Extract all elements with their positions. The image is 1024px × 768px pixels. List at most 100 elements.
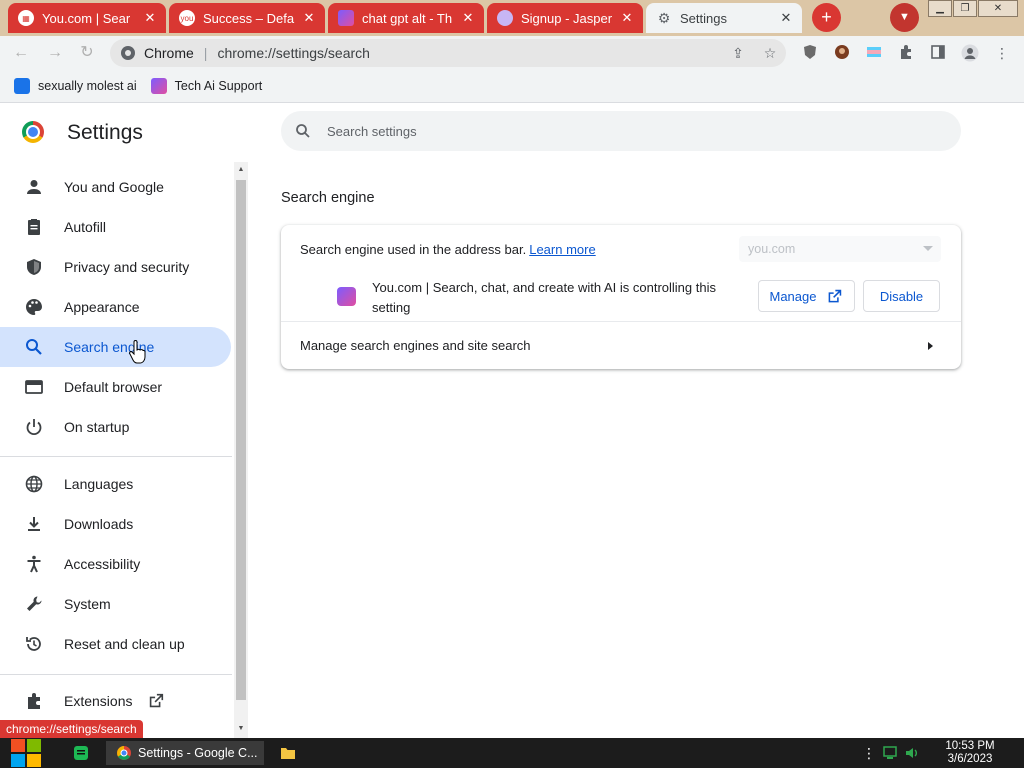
profile-extension-icon[interactable] <box>833 44 851 62</box>
sidebar-item-appearance[interactable]: Appearance <box>0 287 231 327</box>
search-icon <box>26 339 42 355</box>
search-engine-select[interactable]: you.com <box>739 236 941 262</box>
volume-icon[interactable] <box>904 741 922 765</box>
sidebar-item-reset[interactable]: Reset and clean up <box>0 624 231 664</box>
windows-start-icon[interactable] <box>10 738 42 768</box>
chrome-icon <box>121 46 135 60</box>
folder-icon[interactable] <box>280 741 300 765</box>
search-placeholder: Search settings <box>327 123 417 139</box>
title-bar: ▦ You.com | Sear ✕ you Success – Defa ✕ … <box>0 0 1024 36</box>
wrench-icon <box>27 596 42 611</box>
taskbar-green-app-icon[interactable] <box>70 741 92 765</box>
sidebar-item-search-engine[interactable]: Search engine <box>0 327 231 367</box>
scrollbar-thumb[interactable] <box>236 180 246 700</box>
sidebar-item-extensions[interactable]: Extensions <box>0 681 231 721</box>
youcom-logo-icon <box>150 77 167 94</box>
new-tab-button[interactable]: + <box>812 3 841 32</box>
bookmark-item[interactable]: Tech Ai Support <box>150 77 262 94</box>
close-window-button[interactable]: ✕ <box>978 0 1018 17</box>
accessibility-icon <box>27 555 41 573</box>
sidebar-scrollbar[interactable]: ▲ ▼ <box>234 162 248 738</box>
forward-button[interactable]: → <box>44 42 66 64</box>
status-url-bubble: chrome://settings/search <box>0 720 143 738</box>
browser-toolbar: ← → ↻ Chrome | chrome://settings/search … <box>0 36 1024 69</box>
search-engine-card: Search engine used in the address bar. Le… <box>281 225 961 369</box>
bookmark-icon <box>14 77 30 94</box>
star-icon[interactable]: ☆ <box>761 44 779 62</box>
sidebar-item-languages[interactable]: Languages <box>0 464 231 504</box>
tab-settings[interactable]: ⚙ Settings ✕ <box>646 3 802 33</box>
sidebar-item-autofill[interactable]: Autofill <box>0 207 231 247</box>
person-icon <box>27 180 41 194</box>
chevron-down-icon <box>923 246 933 251</box>
network-icon[interactable] <box>882 741 900 765</box>
taskbar-chrome-app[interactable]: Settings - Google C... <box>106 741 264 765</box>
globe-icon <box>25 475 43 493</box>
sidebar-divider <box>0 674 232 675</box>
close-tab-icon[interactable]: ✕ <box>142 10 158 26</box>
flag-extension-icon[interactable] <box>865 44 883 62</box>
palette-icon <box>26 299 42 315</box>
youcom-tab-icon: ▦ <box>18 10 34 26</box>
settings-page: Settings Search settings You and Google … <box>0 104 1024 738</box>
chrome-icon <box>117 746 131 760</box>
restore-button[interactable]: ❐ <box>953 0 977 17</box>
power-icon <box>26 419 42 436</box>
browser-icon <box>25 380 43 394</box>
taskbar-clock[interactable]: 10:53 PM 3/6/2023 <box>928 740 1012 766</box>
reload-button[interactable]: ↻ <box>76 42 98 64</box>
ublock-icon[interactable] <box>801 44 819 62</box>
sidebar-item-you-and-google[interactable]: You and Google <box>0 167 231 207</box>
youcom-logo-icon <box>338 10 354 26</box>
reset-icon <box>26 637 41 651</box>
scroll-down-icon[interactable]: ▼ <box>236 725 246 737</box>
tab-search-button[interactable]: ▼ <box>890 3 919 32</box>
more-menu-icon[interactable]: ⋮ <box>993 44 1011 62</box>
url-text: chrome://settings/search <box>217 45 370 61</box>
search-icon <box>295 123 311 139</box>
download-icon <box>28 517 40 531</box>
close-tab-icon[interactable]: ✕ <box>460 10 476 26</box>
back-button[interactable]: ← <box>10 42 32 64</box>
disable-button[interactable]: Disable <box>863 280 940 312</box>
close-tab-icon[interactable]: ✕ <box>619 10 635 26</box>
side-panel-icon[interactable] <box>929 44 947 62</box>
minimize-button[interactable]: ▁ <box>928 0 952 17</box>
clock-time: 10:53 PM <box>945 740 995 752</box>
address-bar-engine-row: Search engine used in the address bar. Le… <box>300 242 596 257</box>
search-settings-input[interactable]: Search settings <box>281 111 961 151</box>
address-bar[interactable]: Chrome | chrome://settings/search <box>110 39 786 67</box>
share-icon[interactable]: ⇪ <box>729 44 747 62</box>
manage-button[interactable]: Manage <box>758 280 855 312</box>
tab-success[interactable]: you Success – Defa ✕ <box>169 3 325 33</box>
scroll-up-icon[interactable]: ▲ <box>236 166 246 178</box>
puzzle-icon[interactable] <box>897 44 915 62</box>
avatar[interactable] <box>961 44 979 62</box>
tray-more-icon[interactable]: ⋮ <box>862 741 876 765</box>
tab-chat-gpt-alt[interactable]: chat gpt alt - Th ✕ <box>328 3 484 33</box>
settings-sidebar: You and Google Autofill Privacy and secu… <box>0 162 234 738</box>
url-separator: | <box>203 45 208 61</box>
bookmark-item[interactable]: sexually molest ai <box>14 77 137 94</box>
clock-date: 3/6/2023 <box>947 753 993 765</box>
sidebar-item-downloads[interactable]: Downloads <box>0 504 231 544</box>
card-divider <box>281 321 961 322</box>
arrow-right-icon[interactable] <box>928 342 933 350</box>
close-tab-icon[interactable]: ✕ <box>301 10 317 26</box>
tab-signup-jasper[interactable]: Signup - Jasper ✕ <box>487 3 643 33</box>
manage-search-engines-link[interactable]: Manage search engines and site search <box>300 338 531 353</box>
sidebar-item-on-startup[interactable]: On startup <box>0 407 231 447</box>
sidebar-item-accessibility[interactable]: Accessibility <box>0 544 231 584</box>
learn-more-link[interactable]: Learn more <box>529 242 595 257</box>
sidebar-item-default-browser[interactable]: Default browser <box>0 367 231 407</box>
shield-icon <box>27 259 41 275</box>
sidebar-divider <box>0 456 232 457</box>
close-tab-icon[interactable]: ✕ <box>778 10 794 26</box>
tab-youcom-search[interactable]: ▦ You.com | Sear ✕ <box>8 3 166 33</box>
puzzle-icon <box>28 693 40 709</box>
sidebar-item-system[interactable]: System <box>0 584 231 624</box>
chrome-logo-icon <box>22 121 44 143</box>
sidebar-item-privacy[interactable]: Privacy and security <box>0 247 231 287</box>
external-link-icon <box>150 693 164 708</box>
jasper-icon <box>497 10 513 26</box>
